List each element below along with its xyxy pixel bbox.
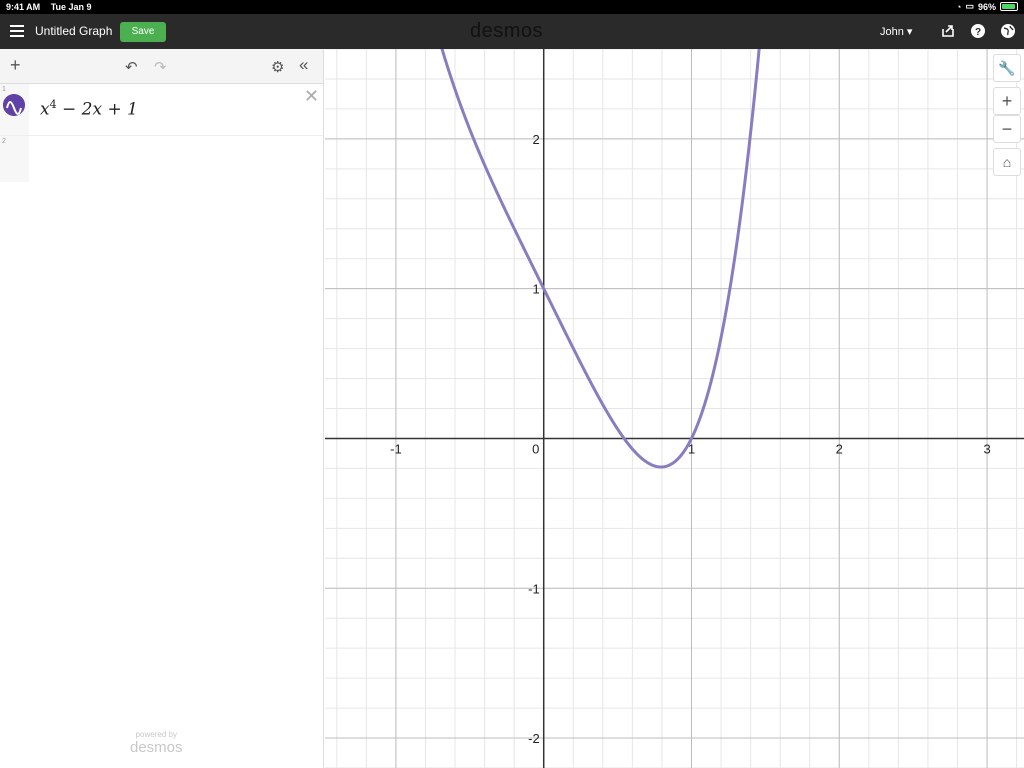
wrench-icon[interactable]: 🔧 xyxy=(993,54,1021,82)
help-icon[interactable]: ? xyxy=(970,23,986,39)
y-tick-label: -2 xyxy=(528,731,540,746)
function-curve xyxy=(440,49,761,469)
expression-list: + ↶ ↷ ⚙ « 1 x4 − 2x + 1 ✕ 2 powered by d… xyxy=(0,49,324,768)
wifi-icon: ◔ xyxy=(956,1,962,12)
desmos-logo: desmos xyxy=(470,20,544,42)
expression-toolbar: + ↶ ↷ ⚙ « xyxy=(0,49,323,84)
menu-icon[interactable] xyxy=(10,25,24,37)
user-name: John xyxy=(880,26,904,38)
globe-icon[interactable] xyxy=(1000,23,1016,39)
user-menu[interactable]: John ▾ xyxy=(880,25,912,38)
status-bar: 9:41 AM Tue Jan 9 ◔ ▭ 96% xyxy=(0,0,1024,14)
screen-mirror-icon: ▭ xyxy=(965,1,974,11)
x-tick-label: 2 xyxy=(836,441,843,456)
battery-icon xyxy=(1000,2,1018,11)
x-tick-label: 3 xyxy=(983,441,990,456)
redo-icon[interactable]: ↷ xyxy=(154,58,167,76)
undo-icon[interactable]: ↶ xyxy=(125,58,138,76)
status-time: 9:41 AM xyxy=(6,2,41,12)
expression-row-empty[interactable]: 2 xyxy=(0,136,323,182)
powered-by-text: powered by xyxy=(135,730,177,739)
graph-color-icon[interactable] xyxy=(3,94,25,116)
expression-row[interactable]: 1 x4 − 2x + 1 ✕ xyxy=(0,84,323,136)
gear-icon[interactable]: ⚙ xyxy=(271,58,284,76)
expression-index: 2 xyxy=(2,138,6,145)
y-tick-label: 1 xyxy=(532,282,539,297)
x-tick-label: 0 xyxy=(532,441,539,456)
zoom-out-button[interactable]: − xyxy=(993,115,1021,143)
expression-latex[interactable]: x4 − 2x + 1 xyxy=(40,98,138,120)
collapse-icon[interactable]: « xyxy=(299,55,308,75)
graph-paper[interactable]: -1 0 1 2 3 2 1 -1 -2 xyxy=(325,49,1024,768)
status-date: Tue Jan 9 xyxy=(50,2,92,12)
expression-index: 1 xyxy=(2,86,6,93)
share-icon[interactable] xyxy=(940,23,956,39)
graph-canvas[interactable]: -1 0 1 2 321-1-2 xyxy=(325,49,1024,768)
powered-by-brand: desmos xyxy=(130,739,183,756)
svg-text:?: ? xyxy=(975,27,981,38)
graph-title[interactable]: Untitled Graph xyxy=(35,24,112,38)
x-tick-label: -1 xyxy=(390,441,402,456)
powered-by-desmos: powered by desmos xyxy=(130,730,183,756)
y-tick-label: 2 xyxy=(532,132,539,147)
home-icon[interactable]: ⌂ xyxy=(993,148,1021,176)
add-icon[interactable]: + xyxy=(10,55,21,76)
top-bar: Untitled Graph Save desmos John ▾ ? xyxy=(0,14,1024,49)
delete-expression-icon[interactable]: ✕ xyxy=(304,86,319,107)
chevron-down-icon: ▾ xyxy=(906,26,913,38)
zoom-in-button[interactable]: + xyxy=(993,87,1021,115)
y-tick-label: -1 xyxy=(528,581,540,596)
battery-percent: 96% xyxy=(977,1,996,12)
save-button[interactable]: Save xyxy=(120,22,166,42)
